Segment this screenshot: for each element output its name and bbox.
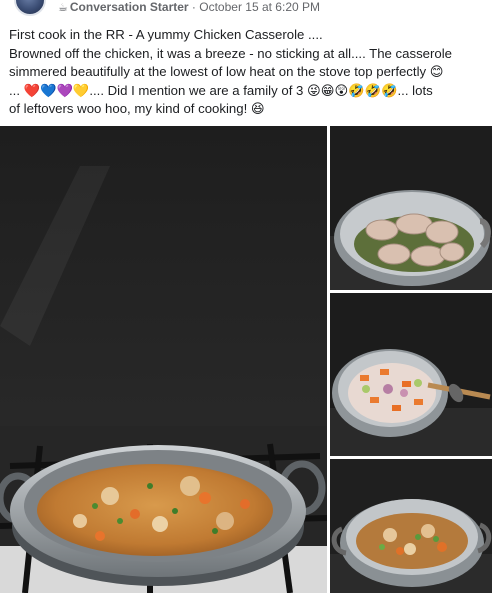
post-meta: ☕ Conversation Starter · October 15 at 6:… — [58, 1, 320, 14]
post-body: First cook in the RR - A yummy Chicken C… — [9, 26, 487, 119]
photo-gallery — [0, 126, 492, 593]
post-header: ☕ Conversation Starter · October 15 at 6:… — [0, 0, 492, 16]
meta-separator: · — [191, 0, 196, 14]
group-badge[interactable]: Conversation Starter — [70, 0, 189, 14]
photo-browning-chicken[interactable] — [330, 126, 492, 290]
post-text-line: First cook in the RR - A yummy Chicken C… — [9, 27, 323, 42]
post-timestamp[interactable]: October 15 at 6:20 PM — [199, 0, 320, 14]
coffee-cup-icon: ☕ — [58, 2, 68, 14]
photo-chopped-vegetables[interactable] — [330, 293, 492, 456]
photo-finished-casserole[interactable] — [330, 459, 492, 593]
post-text-line: simmered beautifully at the lowest of lo… — [9, 64, 444, 79]
post-text-line: Browned off the chicken, it was a breeze… — [9, 45, 452, 61]
photo-casserole-on-stove[interactable] — [0, 126, 327, 593]
profile-avatar[interactable] — [14, 0, 46, 16]
post-text-line: of leftovers woo hoo, my kind of cooking… — [9, 101, 265, 116]
post-text-line: ... ❤️💙💜💛.... Did I mention we are a fam… — [9, 82, 433, 98]
